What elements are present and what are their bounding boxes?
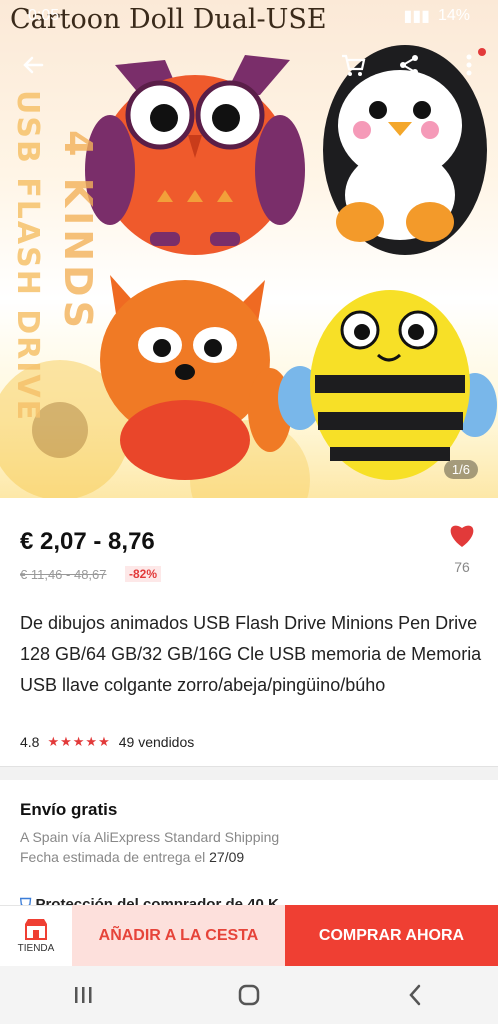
original-price: € 11,46 - 48,67: [20, 567, 107, 582]
status-time: 0:05: [28, 7, 60, 24]
home-icon[interactable]: [219, 975, 279, 1015]
top-action-bar: [0, 40, 498, 90]
add-to-cart-button[interactable]: AÑADIR A LA CESTA: [72, 905, 285, 966]
delivery-estimate: Fecha estimada de entrega el 27/09: [20, 849, 244, 865]
image-counter: 1/6: [443, 460, 478, 479]
rating-value: 4.8: [20, 734, 40, 750]
product-title: De dibujos animados USB Flash Drive Mini…: [20, 613, 482, 695]
more-options-icon[interactable]: [452, 48, 486, 82]
store-icon: [25, 919, 47, 940]
recent-apps-icon[interactable]: [53, 975, 113, 1015]
store-label: TIENDA: [17, 943, 55, 954]
cart-icon[interactable]: [336, 48, 370, 82]
buyer-protection-text: Protección del comprador de 40 K...: [35, 896, 292, 905]
wishlist-count: 76: [454, 559, 470, 575]
notification-dot-icon: [478, 48, 486, 56]
share-icon[interactable]: [392, 48, 426, 82]
status-icons: ▮▮▮ 14%: [404, 6, 470, 26]
wishlist-button[interactable]: 76: [444, 522, 480, 575]
rating-row[interactable]: 4.8 ★★★★★ 49 vendidos: [20, 734, 194, 750]
shield-icon: ⛉: [20, 896, 32, 905]
shipping-method: A Spain vía AliExpress Standard Shipping: [20, 829, 280, 845]
shipping-section[interactable]: Envío gratis A Spain vía AliExpress Stan…: [0, 780, 498, 905]
product-info: € 2,07 - 8,76 € 11,46 - 48,67 -82% 76 De…: [0, 498, 498, 766]
shipping-title: Envío gratis: [20, 800, 118, 819]
back-icon[interactable]: [385, 975, 445, 1015]
delivery-label: Fecha estimada de entrega el: [20, 849, 206, 865]
back-arrow-icon[interactable]: [16, 48, 50, 82]
section-divider: [0, 766, 498, 781]
heart-icon: [450, 525, 474, 547]
bottom-action-bar: TIENDA AÑADIR A LA CESTA COMPRAR AHORA: [0, 905, 498, 966]
sold-count: 49 vendidos: [118, 734, 195, 750]
product-image-gallery[interactable]: USB FLASH DRIVE 4 KINDS 0:05 ▮▮▮ 14% Car…: [0, 0, 498, 498]
delivery-date: 27/09: [209, 849, 245, 865]
discount-badge: -82%: [125, 566, 162, 582]
star-rating-icon: ★★★★★: [47, 734, 111, 749]
watermark-side-text: 4 KINDS: [56, 130, 100, 332]
status-bar: 0:05 ▮▮▮ 14%: [0, 0, 498, 32]
signal-icon: ▮▮▮: [403, 8, 430, 25]
price-range: € 2,07 - 8,76: [20, 528, 155, 555]
buy-now-button[interactable]: COMPRAR AHORA: [285, 905, 498, 966]
buyer-protection: ⛉ Protección del comprador de 40 K...: [20, 896, 291, 905]
store-button[interactable]: TIENDA: [0, 905, 72, 966]
system-navigation-bar: [0, 966, 498, 1024]
battery-level: 14%: [437, 7, 470, 24]
watermark-side-text: USB FLASH DRIVE: [10, 90, 45, 423]
